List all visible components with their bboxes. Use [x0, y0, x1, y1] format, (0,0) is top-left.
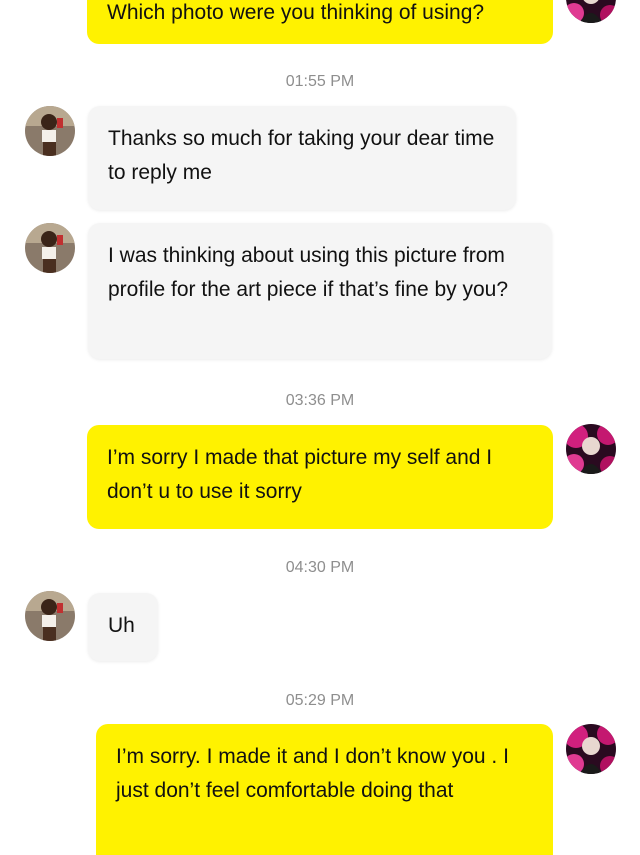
- user-photo-avatar-icon: [25, 591, 75, 641]
- user-photo-avatar-pink-icon: [566, 724, 616, 774]
- outgoing-message[interactable]: I’m sorry I made that picture my self an…: [87, 425, 553, 529]
- timestamp: 03:36 PM: [285, 392, 355, 409]
- user-photo-avatar-pink-icon: [566, 0, 616, 23]
- message-text: Which photo were you thinking of using?: [107, 1, 485, 24]
- incoming-message[interactable]: I was thinking about using this picture …: [88, 223, 552, 359]
- outgoing-avatar[interactable]: [566, 724, 616, 774]
- user-photo-avatar-icon: [25, 106, 75, 156]
- incoming-avatar[interactable]: [25, 223, 75, 273]
- outgoing-avatar[interactable]: [566, 424, 616, 474]
- incoming-avatar[interactable]: [25, 591, 75, 641]
- timestamp: 01:55 PM: [285, 73, 355, 90]
- timestamp: 04:30 PM: [285, 559, 355, 576]
- message-text: Uh: [108, 614, 135, 637]
- incoming-message[interactable]: Uh: [88, 593, 158, 661]
- outgoing-avatar[interactable]: [566, 0, 616, 23]
- message-text: Thanks so much for taking your dear time…: [108, 127, 495, 184]
- user-photo-avatar-pink-icon: [566, 424, 616, 474]
- incoming-avatar[interactable]: [25, 106, 75, 156]
- message-text: I’m sorry. I made it and I don’t know yo…: [116, 745, 509, 802]
- chat-thread: Which photo were you thinking of using? …: [0, 0, 640, 855]
- incoming-message[interactable]: Thanks so much for taking your dear time…: [88, 106, 516, 210]
- outgoing-message[interactable]: I’m sorry. I made it and I don’t know yo…: [96, 724, 553, 855]
- message-text: I’m sorry I made that picture my self an…: [107, 446, 493, 503]
- message-text: I was thinking about using this picture …: [108, 244, 509, 301]
- outgoing-message[interactable]: Which photo were you thinking of using?: [87, 0, 553, 44]
- user-photo-avatar-icon: [25, 223, 75, 273]
- timestamp: 05:29 PM: [285, 692, 355, 709]
